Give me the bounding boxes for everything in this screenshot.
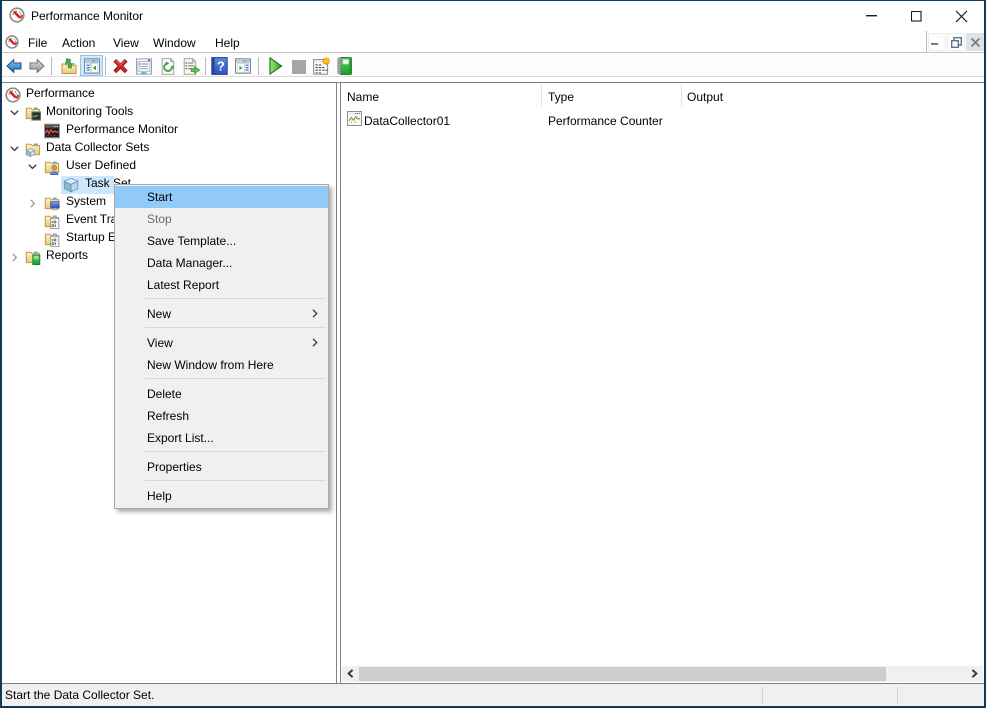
svg-text:?: ? bbox=[217, 58, 225, 73]
